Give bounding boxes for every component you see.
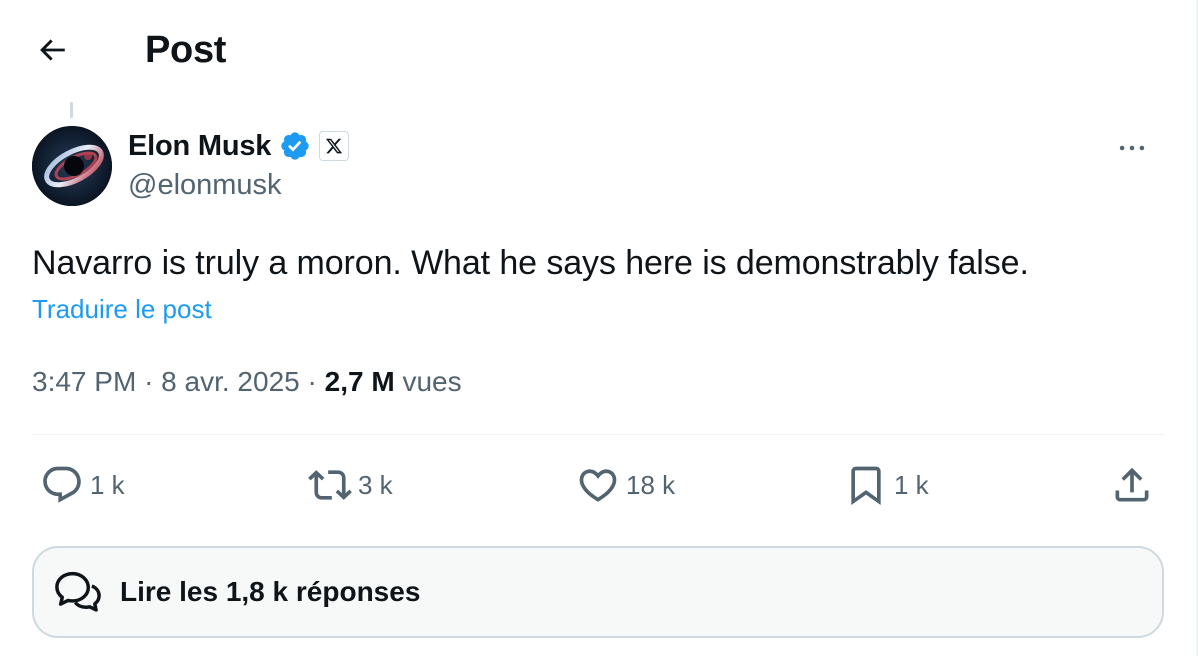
share-icon [1115,467,1149,502]
author-display-name[interactable]: Elon Musk [128,130,271,163]
post-text: Navarro is truly a moron. What he says h… [32,244,1029,282]
post-time[interactable]: 3:47 PM [32,366,136,397]
reply-icon [43,466,81,503]
like-count: 18 k [626,469,676,500]
bookmark-count: 1 k [894,469,929,500]
author-name-row: Elon Musk [128,126,350,166]
thread-connector [70,102,73,118]
reply-button[interactable]: 1 k [40,460,125,510]
divider [32,434,1164,435]
read-replies-button[interactable]: Lire les 1,8 k réponses [32,546,1164,638]
header: Post [0,0,1196,100]
post-date[interactable]: 8 avr. 2025 [161,366,300,397]
post-metadata: 3:47 PM · 8 avr. 2025 · 2,7 M vues [32,364,462,400]
translate-post-link[interactable]: Traduire le post [32,292,212,326]
x-logo-icon[interactable] [319,131,350,161]
bookmark-button[interactable]: 1 k [844,460,929,510]
back-button[interactable] [24,22,80,78]
more-horizontal-icon [1119,145,1145,151]
meta-separator: · [144,366,154,397]
avatar-image [32,126,112,206]
like-button[interactable]: 18 k [576,460,675,510]
heart-icon [579,469,617,502]
share-button[interactable] [1110,460,1154,510]
reply-count: 1 k [90,469,125,500]
verified-badge-icon[interactable] [279,130,311,162]
repost-count: 3 k [358,469,393,500]
author-handle[interactable]: @elonmusk [128,166,282,204]
avatar[interactable] [32,126,112,206]
repost-icon [308,470,352,500]
bookmark-icon [851,466,881,506]
arrow-left-icon [40,39,65,61]
chat-bubbles-icon [52,566,104,618]
page-title: Post [145,29,227,71]
read-replies-label: Lire les 1,8 k réponses [120,576,421,607]
post-page: Post Elon Musk @elonmusk Navarro is trul… [0,0,1198,656]
action-bar: 1 k 3 k 18 k 1 k [0,460,1196,510]
views-count[interactable]: 2,7 M [325,366,395,397]
more-options-button[interactable] [1112,128,1152,168]
repost-button[interactable]: 3 k [308,460,393,510]
meta-separator: · [307,366,317,397]
views-label: vues [402,366,462,397]
